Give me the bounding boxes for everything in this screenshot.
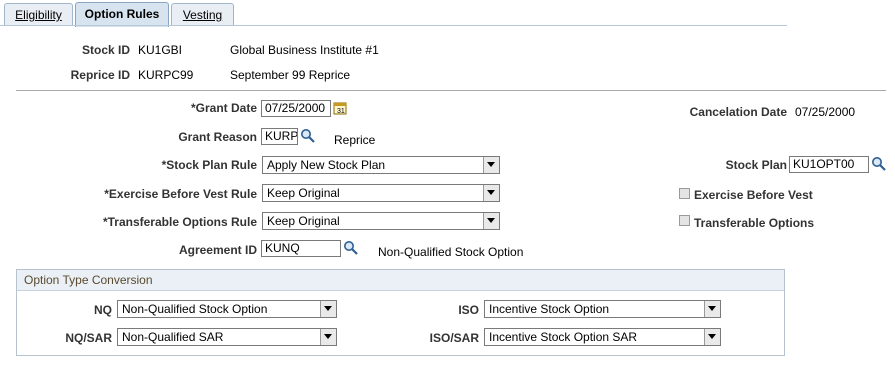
exercise-before-vest-rule-label: *Exercise Before Vest Rule bbox=[104, 187, 257, 201]
agreement-id-field[interactable]: KUNQ bbox=[261, 240, 341, 257]
stock-plan-field[interactable]: KU1OPT00 bbox=[789, 156, 869, 173]
stock-id-label: Stock ID bbox=[81, 43, 130, 57]
reprice-id-description: September 99 Reprice bbox=[230, 68, 351, 82]
dropdown-arrow-icon[interactable] bbox=[483, 157, 499, 173]
exercise-before-vest-checkbox[interactable] bbox=[679, 188, 690, 199]
grant-date-label: *Grant Date bbox=[190, 101, 257, 115]
lookup-icon[interactable] bbox=[871, 156, 887, 172]
transferable-options-rule-label: *Transferable Options Rule bbox=[102, 215, 257, 229]
stock-plan-label: Stock Plan bbox=[725, 158, 787, 172]
iso-select[interactable]: Incentive Stock Option bbox=[484, 300, 721, 318]
grant-reason-label: Grant Reason bbox=[178, 130, 257, 144]
tab-eligibility[interactable]: Eligibility bbox=[4, 3, 73, 26]
lookup-icon[interactable] bbox=[343, 240, 359, 256]
grant-reason-field[interactable]: KURP bbox=[261, 128, 298, 145]
iso-sar-label: ISO/SAR bbox=[429, 331, 479, 345]
reprice-id-label: Reprice ID bbox=[70, 68, 130, 82]
iso-label: ISO bbox=[458, 303, 479, 317]
nq-sar-selected: Non-Qualified SAR bbox=[122, 330, 224, 344]
nq-sar-select[interactable]: Non-Qualified SAR bbox=[117, 328, 337, 346]
stock-plan-rule-select[interactable]: Apply New Stock Plan bbox=[262, 156, 500, 174]
nq-select[interactable]: Non-Qualified Stock Option bbox=[117, 300, 337, 318]
grant-date-field[interactable]: 07/25/2000 bbox=[261, 100, 331, 117]
calendar-icon[interactable]: 31 bbox=[333, 101, 347, 115]
transferable-options-rule-select[interactable]: Keep Original bbox=[262, 212, 500, 230]
dropdown-arrow-icon[interactable] bbox=[320, 329, 336, 345]
cancelation-date-label: Cancelation Date bbox=[689, 105, 787, 119]
stock-id-value: KU1GBI bbox=[138, 43, 183, 57]
section-divider bbox=[16, 90, 886, 91]
lookup-icon[interactable] bbox=[300, 128, 316, 144]
group-title: Option Type Conversion bbox=[24, 273, 153, 287]
tab-divider bbox=[0, 25, 787, 26]
dropdown-arrow-icon[interactable] bbox=[483, 213, 499, 229]
exercise-before-vest-label: Exercise Before Vest bbox=[694, 188, 813, 202]
transferable-options-label: Transferable Options bbox=[694, 216, 815, 230]
exercise-before-vest-rule-selected: Keep Original bbox=[267, 186, 340, 200]
dropdown-arrow-icon[interactable] bbox=[483, 185, 499, 201]
svg-text:31: 31 bbox=[337, 108, 345, 115]
exercise-before-vest-rule-select[interactable]: Keep Original bbox=[262, 184, 500, 202]
stock-id-description: Global Business Institute #1 bbox=[230, 43, 379, 57]
nq-label: NQ bbox=[94, 303, 112, 317]
iso-selected: Incentive Stock Option bbox=[489, 302, 610, 316]
agreement-id-label: Agreement ID bbox=[178, 243, 257, 257]
transferable-options-rule-selected: Keep Original bbox=[267, 214, 340, 228]
stock-plan-rule-label: *Stock Plan Rule bbox=[161, 158, 257, 172]
grant-reason-description: Reprice bbox=[334, 133, 376, 147]
reprice-id-value: KURPC99 bbox=[138, 68, 194, 82]
iso-sar-selected: Incentive Stock Option SAR bbox=[489, 330, 638, 344]
dropdown-arrow-icon[interactable] bbox=[320, 301, 336, 317]
nq-selected: Non-Qualified Stock Option bbox=[122, 302, 268, 316]
tab-bar: Eligibility Option Rules Vesting bbox=[0, 0, 787, 27]
nq-sar-label: NQ/SAR bbox=[65, 331, 112, 345]
agreement-id-description: Non-Qualified Stock Option bbox=[378, 245, 524, 259]
stock-plan-rule-selected: Apply New Stock Plan bbox=[267, 158, 386, 172]
tab-option-rules[interactable]: Option Rules bbox=[75, 2, 169, 27]
iso-sar-select[interactable]: Incentive Stock Option SAR bbox=[484, 328, 721, 346]
tab-vesting[interactable]: Vesting bbox=[171, 3, 234, 26]
group-header: Option Type Conversion bbox=[17, 270, 784, 291]
dropdown-arrow-icon[interactable] bbox=[704, 301, 720, 317]
transferable-options-checkbox[interactable] bbox=[679, 215, 690, 226]
cancelation-date-value: 07/25/2000 bbox=[795, 105, 856, 119]
dropdown-arrow-icon[interactable] bbox=[704, 329, 720, 345]
